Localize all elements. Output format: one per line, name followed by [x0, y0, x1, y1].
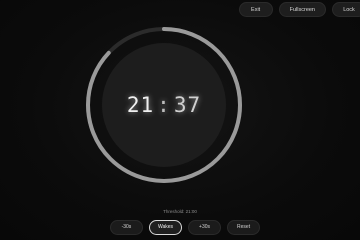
time-display: 21 : 37 [84, 25, 244, 185]
minus-30s-button[interactable]: -30s [109, 220, 143, 235]
threshold-label: Threshold: 21:00 [163, 209, 197, 214]
seconds-value: 37 [173, 93, 202, 117]
reset-button[interactable]: Reset [227, 220, 261, 235]
timer-screen: Exit Fullscreen Lock 21 : 37 Threshold: … [0, 0, 360, 240]
plus-30s-button[interactable]: +30s [188, 220, 222, 235]
bottom-controls: -30s Wakes +30s Reset [0, 220, 360, 235]
pause-button[interactable]: Wakes [148, 220, 183, 235]
top-controls: Exit Fullscreen Lock [238, 2, 360, 17]
exit-button[interactable]: Exit [238, 2, 273, 17]
time-separator: : [157, 93, 171, 117]
fullscreen-button[interactable]: Fullscreen [278, 2, 326, 17]
timer-dial: 21 : 37 [84, 25, 244, 185]
minutes-value: 21 [126, 93, 155, 117]
lock-button[interactable]: Lock [332, 2, 360, 17]
